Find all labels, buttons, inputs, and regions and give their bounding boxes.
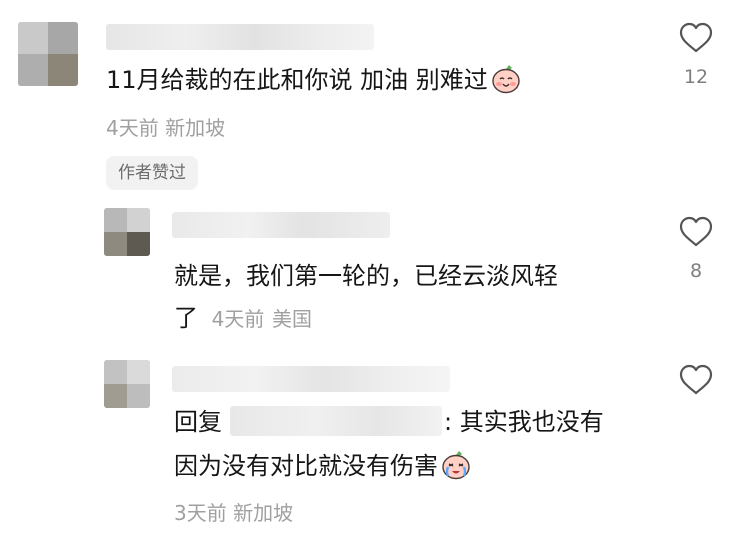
comment-text-line: 就是，我们第一轮的，已经云淡风轻 [174, 262, 558, 290]
comment-meta: 3天前 新加坡 [174, 497, 293, 526]
location: 美国 [272, 307, 313, 331]
like-count: 8 [689, 260, 703, 282]
comment-text-line: 因为没有对比就没有伤害 [174, 446, 472, 492]
avatar[interactable] [104, 208, 150, 256]
username[interactable] [172, 366, 450, 392]
timestamp: 4天前 [106, 116, 159, 140]
reply-prefix: 回复 [174, 408, 222, 436]
avatar[interactable] [104, 360, 150, 408]
username[interactable] [172, 212, 390, 238]
peach-crying-face-icon [440, 450, 472, 492]
author-liked-badge: 作者赞过 [106, 156, 198, 190]
location: 新加坡 [233, 501, 294, 525]
comment-text-line: 了 4天前 美国 [174, 304, 313, 332]
heart-outline-icon[interactable] [679, 216, 713, 248]
timestamp: 4天前 [211, 307, 265, 331]
comment-text: 11月给裁的在此和你说 加油 别难过 [106, 60, 522, 106]
mentioned-username[interactable] [230, 406, 442, 436]
username[interactable] [106, 24, 374, 50]
like-count: 12 [683, 66, 709, 88]
location: 新加坡 [165, 116, 226, 140]
avatar[interactable] [18, 22, 78, 86]
peach-smile-face-icon [490, 64, 522, 106]
heart-outline-icon[interactable] [679, 22, 713, 54]
comment-text-line: 回复: 其实我也没有 [174, 406, 604, 436]
heart-outline-icon[interactable] [679, 364, 713, 396]
comment-meta: 4天前 新加坡 [106, 112, 225, 141]
timestamp: 3天前 [174, 501, 227, 525]
